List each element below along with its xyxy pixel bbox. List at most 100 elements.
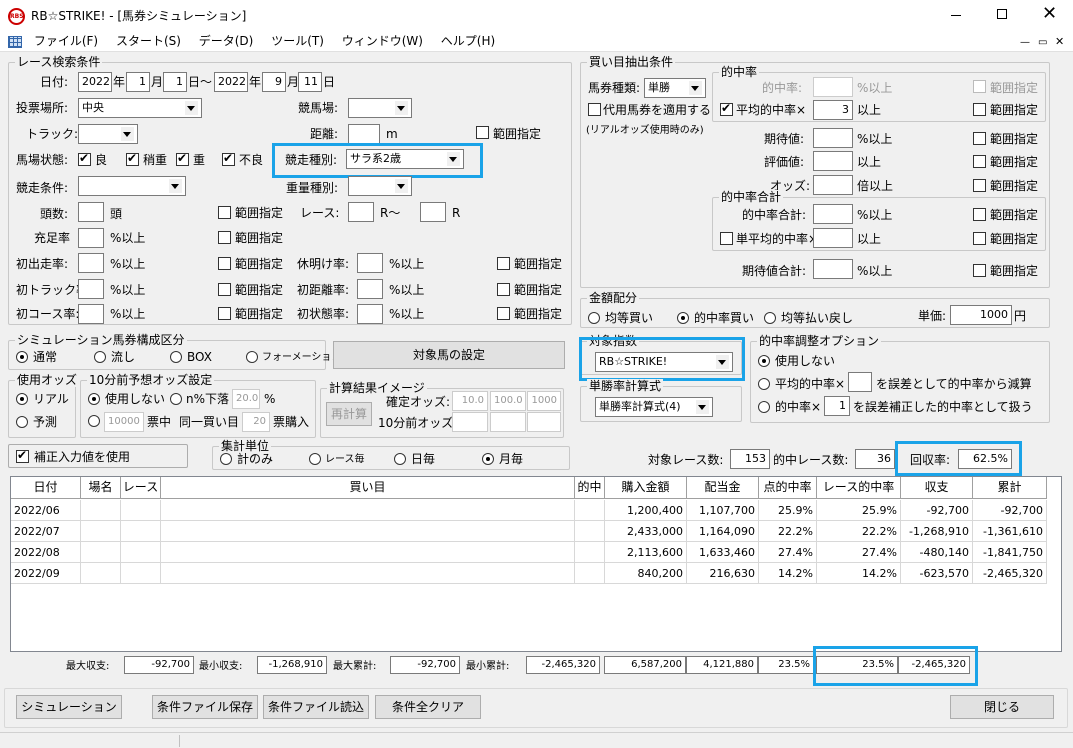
date-to-day[interactable]: 11 [298,72,322,92]
ground-heavy-checkbox[interactable] [176,151,189,166]
eval-input[interactable] [813,151,853,171]
cell-date[interactable]: 2022/07 [11,521,81,542]
ground-good-checkbox[interactable] [78,151,91,166]
clear-conditions-button[interactable]: 条件全クリア [375,695,481,719]
avg-hit-checkbox[interactable] [720,101,733,116]
hit-rate-range-checkbox[interactable] [973,80,986,93]
close-icon[interactable]: ✕ [1042,3,1057,24]
cell-balance[interactable]: -623,570 [901,563,973,584]
cell-hit[interactable] [575,500,605,521]
pre-odds-1[interactable] [452,412,488,432]
col-pick[interactable]: 買い目 [161,477,575,499]
count-radio[interactable] [88,415,100,427]
first-condition-range-checkbox[interactable] [497,307,510,320]
unit-price-input[interactable]: 1000 [950,305,1012,325]
cell-cumulative[interactable]: -92,700 [973,500,1047,521]
first-track-input[interactable] [78,279,104,299]
ground-bad-checkbox[interactable] [222,151,235,166]
cell-hit[interactable] [575,563,605,584]
cell-hit[interactable] [575,542,605,563]
cell-point-rate[interactable]: 25.9% [759,500,817,521]
flow-radio[interactable] [94,351,106,363]
cell-race[interactable] [121,563,161,584]
agg-day-radio[interactable] [394,453,406,465]
cell-pick[interactable] [161,563,575,584]
results-table[interactable]: 日付 場名 レース 買い目 的中 購入金額 配当金 点的中率 レース的中率 収支… [10,476,1062,652]
first-distance-range-checkbox[interactable] [497,283,510,296]
cell-pick[interactable] [161,500,575,521]
date-from-day[interactable]: 1 [163,72,187,92]
first-course-input[interactable] [78,304,104,324]
cell-venue[interactable] [81,500,121,521]
cell-race-rate[interactable]: 27.4% [817,542,901,563]
cell-payout[interactable]: 1,633,460 [687,542,759,563]
cell-race-rate[interactable]: 14.2% [817,563,901,584]
race-condition-select[interactable] [78,176,186,196]
predicted-odds-radio[interactable] [16,416,28,428]
adjust-hit-input[interactable]: 1 [824,396,850,416]
pct-drop-input[interactable]: 20.0 [232,389,260,409]
cell-cumulative[interactable]: -1,361,610 [973,521,1047,542]
pre-odds-2[interactable] [490,412,526,432]
col-hit[interactable]: 的中 [575,477,605,499]
avg-hit-input[interactable]: 3 [813,100,853,120]
hit-total-input[interactable] [813,204,853,224]
expect-input[interactable] [813,128,853,148]
track-select[interactable] [78,124,138,144]
heads-input[interactable] [78,202,104,222]
cell-payout[interactable]: 216,630 [687,563,759,584]
formation-radio[interactable] [246,351,258,363]
date-from-month[interactable]: 1 [126,72,150,92]
hit-rate-buy-radio[interactable] [677,312,689,324]
col-cumulative[interactable]: 累計 [973,477,1047,499]
single-avg-range-checkbox[interactable] [973,232,986,245]
cell-point-rate[interactable]: 22.2% [759,521,817,542]
agg-race-radio[interactable] [309,453,321,465]
ticket-type-select[interactable]: 単勝 [644,78,706,98]
cell-race[interactable] [121,542,161,563]
cell-race[interactable] [121,521,161,542]
col-venue[interactable]: 場名 [81,477,121,499]
menu-help[interactable]: ヘルプ(H) [441,32,495,50]
real-odds-radio[interactable] [16,393,28,405]
adjust-hit-radio[interactable] [758,401,770,413]
agg-total-radio[interactable] [220,453,232,465]
col-race-rate[interactable]: レース的中率 [817,477,901,499]
normal-radio[interactable] [16,351,28,363]
save-conditions-button[interactable]: 条件ファイル保存 [152,695,258,719]
maximize-icon[interactable] [997,9,1007,19]
cell-date[interactable]: 2022/06 [11,500,81,521]
pre-odds-3[interactable] [527,412,561,432]
fill-rate-input[interactable] [78,228,104,248]
expect-total-range-checkbox[interactable] [973,264,986,277]
mdi-minimize-icon[interactable]: — [1020,34,1030,52]
adjust-none-radio[interactable] [758,355,770,367]
equal-payout-radio[interactable] [764,312,776,324]
race-to-input[interactable] [420,202,446,222]
menu-file[interactable]: ファイル(F) [34,32,98,50]
distance-input[interactable] [348,124,380,144]
menu-window[interactable]: ウィンドウ(W) [342,32,423,50]
col-date[interactable]: 日付 [11,477,81,499]
count-input[interactable]: 10000 [104,412,144,432]
cell-payout[interactable]: 1,164,090 [687,521,759,542]
layoff-range-checkbox[interactable] [497,257,510,270]
cell-purchase[interactable]: 2,433,000 [605,521,687,542]
fill-range-checkbox[interactable] [218,231,231,244]
venue-select[interactable]: 中央 [78,98,202,118]
cell-pick[interactable] [161,521,575,542]
date-to-year[interactable]: 2022 [214,72,248,92]
hit-total-range-checkbox[interactable] [973,208,986,221]
cell-race[interactable] [121,500,161,521]
cell-balance[interactable]: -92,700 [901,500,973,521]
racecourse-select[interactable] [348,98,412,118]
hit-rate-input[interactable] [813,77,853,97]
first-course-range-checkbox[interactable] [218,307,231,320]
adjust-avg-input[interactable] [848,372,872,392]
menu-tools[interactable]: ツール(T) [271,32,324,50]
mdi-restore-icon[interactable]: ▭ [1038,34,1047,52]
layoff-input[interactable] [357,253,383,273]
cell-cumulative[interactable]: -2,465,320 [973,563,1047,584]
heads-range-checkbox[interactable] [218,206,231,219]
col-race[interactable]: レース [121,477,161,499]
